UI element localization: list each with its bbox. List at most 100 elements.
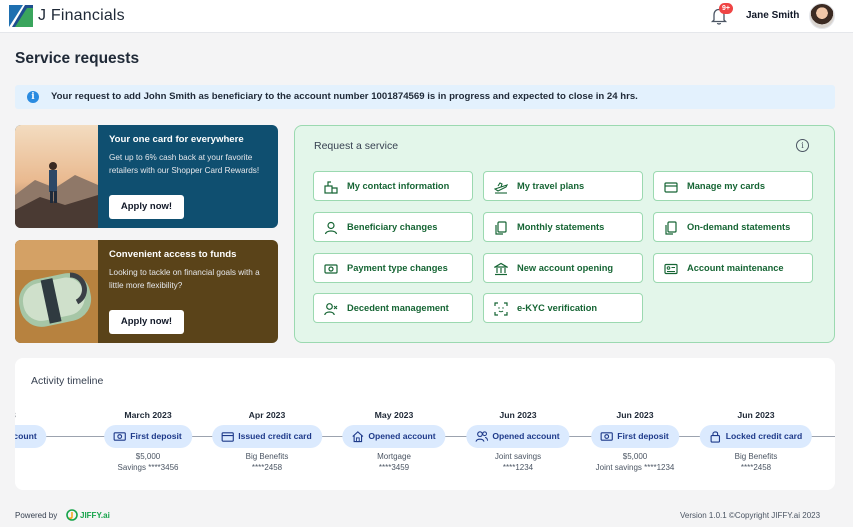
timeline-detail: Big Benefits ****2458 <box>686 452 826 473</box>
service-label: e-KYC verification <box>517 303 598 313</box>
service-label: Beneficiary changes <box>347 222 438 232</box>
service-label: Decedent management <box>347 303 449 313</box>
timeline-detail: $5,000 Joint savings ****1234 <box>565 452 705 473</box>
bank-icon <box>494 262 508 276</box>
activity-timeline: Activity timeline 2023 ed account ngs345… <box>15 358 835 490</box>
documents-icon <box>665 221 677 235</box>
timeline-date: 2023 <box>15 410 76 420</box>
timeline-label: Issued credit card <box>238 431 312 441</box>
timeline-detail-line: Savings ****3456 <box>117 462 179 472</box>
timeline-pill[interactable]: Issued credit card <box>212 425 322 448</box>
service-label: Payment type changes <box>347 263 448 273</box>
service-decedent-management[interactable]: Decedent management <box>313 293 473 323</box>
timeline-detail-line: Joint savings ****1234 <box>595 462 675 472</box>
timeline-detail-line: ****1234 <box>502 462 534 472</box>
timeline-detail-line: Big Benefits <box>245 452 289 461</box>
version-copyright: Version 1.0.1 ©Copyright JIFFY.ai 2023 <box>680 511 821 520</box>
lock-icon <box>710 431 721 443</box>
timeline-date: Apr 2023 <box>248 410 286 420</box>
timeline-pill[interactable]: Opened account <box>466 425 570 448</box>
timeline-detail: Mortgage ****3459 <box>324 452 464 473</box>
info-icon[interactable]: i <box>796 139 809 152</box>
promo-title: Your one card for everywhere <box>109 134 244 145</box>
service-manage-my-cards[interactable]: Manage my cards <box>653 171 813 201</box>
jiffy-brand[interactable]: JIFFY.ai <box>80 511 110 520</box>
timeline-label: Locked credit card <box>725 431 803 441</box>
apply-now-button[interactable]: Apply now! <box>109 195 184 219</box>
timeline-pill[interactable]: Locked credit card <box>699 425 813 448</box>
service-beneficiary-changes[interactable]: Beneficiary changes <box>313 212 473 242</box>
cash-icon <box>324 264 338 274</box>
service-e-kyc-verification[interactable]: e-KYC verification <box>483 293 643 323</box>
timeline-event[interactable]: Jun 2023 First deposit $5,000 Joint savin… <box>565 358 705 490</box>
card-icon <box>221 432 234 442</box>
timeline-event[interactable]: Jun 2023 Locked credit card Big Benefits… <box>686 358 826 490</box>
people-icon <box>475 431 489 442</box>
timeline-detail: Big Benefits ****2458 <box>197 452 337 473</box>
home-icon <box>352 431 364 443</box>
info-icon: i <box>27 91 39 103</box>
timeline-pill[interactable]: First deposit <box>104 425 192 448</box>
service-payment-type-changes[interactable]: Payment type changes <box>313 253 473 283</box>
timeline-pill[interactable]: First deposit <box>591 425 679 448</box>
user-name[interactable]: Jane Smith <box>746 10 799 21</box>
face-scan-icon <box>494 302 508 316</box>
powered-by-label: Powered by <box>15 511 58 520</box>
timeline-label: First deposit <box>130 431 182 441</box>
service-label: Manage my cards <box>687 181 766 191</box>
timeline-detail-line: Big Benefits <box>734 452 778 461</box>
top-bar: J Financials 9+ Jane Smith <box>0 0 853 33</box>
request-service-panel: Request a service i My contact informati… <box>294 125 835 343</box>
timeline-label: ed account <box>15 431 37 441</box>
service-my-contact-information[interactable]: My contact information <box>313 171 473 201</box>
timeline-event[interactable]: Apr 2023 Issued credit card Big Benefits… <box>197 358 337 490</box>
info-banner: i Your request to add John Smith as bene… <box>15 85 835 109</box>
service-label: Monthly statements <box>517 222 605 232</box>
card-icon <box>664 182 678 193</box>
service-on-demand-statements[interactable]: On-demand statements <box>653 212 813 242</box>
timeline-label: Opened account <box>492 431 560 441</box>
timeline-event[interactable]: May 2023 Opened account Mortgage ****3459 <box>324 358 464 490</box>
timeline-date: Jun 2023 <box>616 410 654 420</box>
timeline-date: May 2023 <box>374 410 414 420</box>
service-my-travel-plans[interactable]: My travel plans <box>483 171 643 201</box>
jiffy-logo-icon <box>66 509 78 521</box>
service-label: My contact information <box>347 181 450 191</box>
documents-icon <box>495 221 507 235</box>
service-label: Account maintenance <box>687 263 784 273</box>
service-label: New account opening <box>517 263 614 273</box>
contact-icon <box>324 181 338 194</box>
page-title: Service requests <box>15 50 140 67</box>
timeline-detail-line: $5,000 <box>135 452 161 461</box>
timeline-label: Opened account <box>368 431 436 441</box>
timeline-date: Jun 2023 <box>737 410 775 420</box>
promo-card-rewards: Your one card for everywhere Get up to 6… <box>15 125 278 228</box>
timeline-event[interactable]: 2023 ed account ngs3456 <box>15 358 76 490</box>
service-monthly-statements[interactable]: Monthly statements <box>483 212 643 242</box>
person-remove-icon <box>324 303 338 316</box>
service-new-account-opening[interactable]: New account opening <box>483 253 643 283</box>
cash-icon <box>600 432 613 441</box>
service-panel-title: Request a service <box>314 140 399 152</box>
timeline-pill[interactable]: Opened account <box>342 425 446 448</box>
promo-description: Looking to tackle on financial goals wit… <box>109 268 260 290</box>
avatar[interactable] <box>809 3 835 29</box>
timeline-label: First deposit <box>617 431 669 441</box>
timeline-detail-line: $5,000 <box>622 452 648 461</box>
notification-badge: 9+ <box>719 3 733 14</box>
info-banner-text: Your request to add John Smith as benefi… <box>51 91 638 102</box>
timeline-pill[interactable]: ed account <box>15 425 47 448</box>
cash-roll-image <box>15 240 98 343</box>
timeline-detail: ngs3456 <box>15 452 76 473</box>
promo-title: Convenient access to funds <box>109 249 237 260</box>
cash-icon <box>113 432 126 441</box>
service-account-maintenance[interactable]: Account maintenance <box>653 253 813 283</box>
timeline-detail-line: Mortgage <box>377 452 411 461</box>
brand-name: J Financials <box>38 7 125 24</box>
service-label: My travel plans <box>517 181 585 191</box>
person-icon <box>324 221 338 235</box>
apply-now-button[interactable]: Apply now! <box>109 310 184 334</box>
timeline-detail-line: ****3459 <box>378 462 410 472</box>
timeline-detail-line: ****2458 <box>740 462 772 472</box>
j-financials-logo[interactable] <box>9 5 33 27</box>
